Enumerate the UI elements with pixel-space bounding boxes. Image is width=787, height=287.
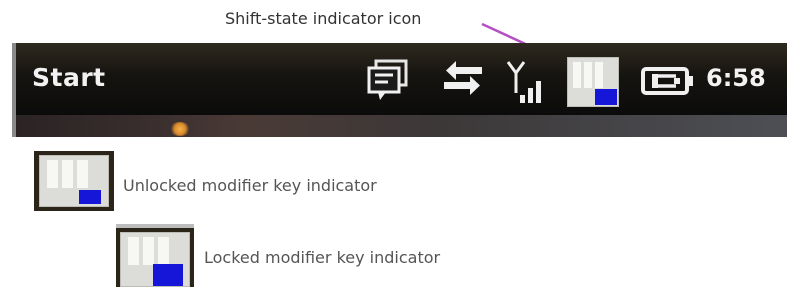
- locked-indicator-label: Locked modifier key indicator: [204, 248, 441, 267]
- callout-label: Shift-state indicator icon: [225, 9, 422, 28]
- shift-state-square: [595, 89, 617, 105]
- signal-strength-icon[interactable]: [504, 59, 544, 105]
- locked-shift-icon: [120, 232, 190, 287]
- clock[interactable]: 6:58: [706, 64, 766, 92]
- taskbar: Start 6:58: [12, 43, 787, 137]
- battery-charging-icon[interactable]: [640, 65, 696, 97]
- notification-icon[interactable]: [366, 58, 410, 102]
- unlocked-shift-icon: [39, 155, 109, 207]
- wallpaper-glow: [170, 122, 190, 136]
- start-button[interactable]: Start: [32, 63, 106, 92]
- locked-indicator-sample: [116, 224, 194, 287]
- shift-state-icon[interactable]: [567, 57, 619, 107]
- taskbar-edge: [12, 43, 16, 137]
- unlocked-indicator-sample: [34, 151, 114, 211]
- sync-arrows-icon[interactable]: [442, 61, 484, 99]
- desktop-wallpaper: [12, 115, 787, 137]
- unlocked-indicator-label: Unlocked modifier key indicator: [123, 176, 377, 195]
